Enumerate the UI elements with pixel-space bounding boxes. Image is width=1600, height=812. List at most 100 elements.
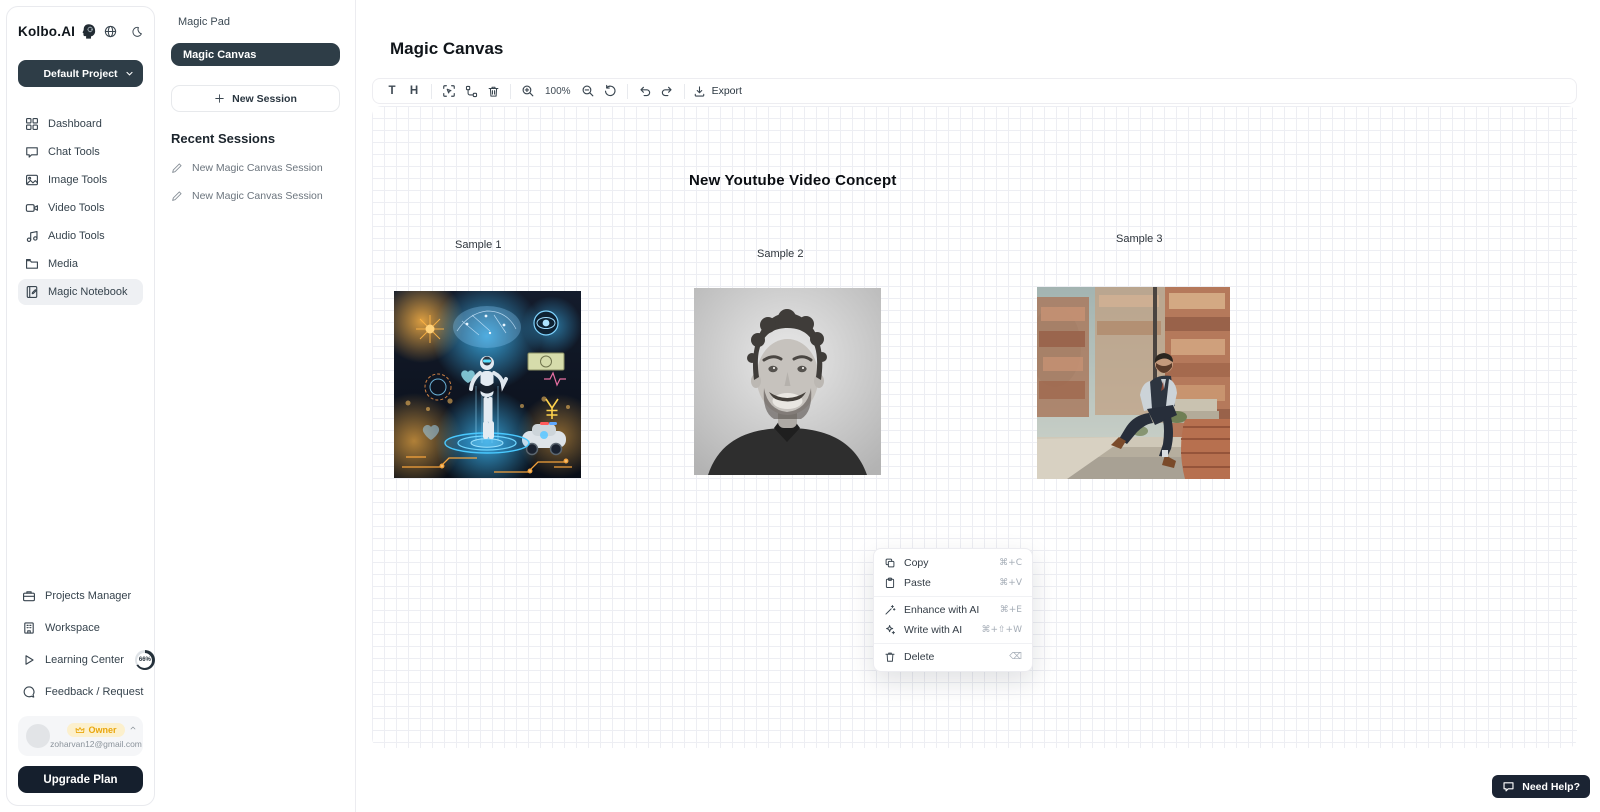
toolbar-divider: [627, 84, 628, 99]
man-sitting-on-ruins-image: [1037, 287, 1230, 479]
export-label: Export: [712, 85, 742, 97]
sidebar-item-image-tools[interactable]: Image Tools: [18, 167, 143, 193]
sidebar-item-label: Audio Tools: [48, 230, 105, 242]
canvas-toolbar: T H 100% Export: [372, 78, 1577, 104]
building-icon: [22, 621, 36, 635]
user-meta: Owner zoharvan12@gmail.com: [57, 723, 135, 749]
sample-1-image[interactable]: [394, 291, 581, 478]
image-icon: [25, 173, 39, 187]
pencil-icon: [171, 190, 183, 202]
sidebar-item-label: Media: [48, 258, 78, 270]
plus-icon: [214, 93, 225, 104]
download-icon: [693, 85, 706, 98]
project-selector-button[interactable]: Default Project: [18, 60, 143, 87]
sidebar-item-magic-notebook[interactable]: Magic Notebook: [18, 279, 143, 305]
brain-head-logo-icon: [81, 23, 98, 40]
tab-magic-pad[interactable]: Magic Pad: [171, 14, 340, 30]
sidebar-item-video-tools[interactable]: Video Tools: [18, 195, 143, 221]
sidebar-item-label: Feedback / Request: [45, 686, 143, 698]
sample-1-label[interactable]: Sample 1: [455, 239, 501, 251]
selection-frame-icon: [442, 84, 456, 98]
tab-magic-canvas[interactable]: Magic Canvas: [171, 43, 340, 66]
sidebar-item-projects-manager[interactable]: Projects Manager: [18, 584, 143, 608]
sample-3-image[interactable]: [1037, 287, 1230, 479]
reset-view-button[interactable]: [599, 81, 621, 101]
globe-icon[interactable]: [104, 25, 117, 38]
connector-nodes-icon: [465, 85, 478, 98]
ai-robot-collage-image: [394, 291, 581, 478]
menu-item-copy[interactable]: Copy ⌘+C: [874, 553, 1032, 573]
page-title: Magic Canvas: [390, 39, 503, 59]
toolbar-divider: [684, 84, 685, 99]
redo-button[interactable]: [656, 81, 678, 101]
connector-tool-button[interactable]: [460, 81, 482, 101]
new-session-button[interactable]: New Session: [171, 85, 340, 112]
export-button[interactable]: Export: [693, 85, 742, 98]
menu-shortcut: ⌘+E: [1000, 605, 1022, 615]
toolbar-divider: [431, 84, 432, 99]
user-email: zoharvan12@gmail.com: [50, 739, 142, 749]
sidebar-item-workspace[interactable]: Workspace: [18, 616, 143, 640]
sidebar-item-audio-tools[interactable]: Audio Tools: [18, 223, 143, 249]
brand-row: Kolbo.AI: [18, 23, 143, 40]
copy-icon: [884, 557, 896, 569]
feedback-bubble-icon: [22, 685, 36, 699]
sidebar-item-learning-center[interactable]: Learning Center 66%: [18, 648, 143, 672]
sparkles-icon: [884, 624, 896, 636]
recent-sessions-title: Recent Sessions: [171, 131, 340, 146]
sidebar-item-label: Workspace: [45, 622, 100, 634]
crown-icon: [75, 725, 85, 735]
left-sidebar: Kolbo.AI Default Project Dashboard Chat …: [6, 6, 155, 806]
heading-tool-button[interactable]: H: [403, 81, 425, 101]
canvas-text-title[interactable]: New Youtube Video Concept: [689, 172, 897, 189]
delete-tool-button[interactable]: [482, 81, 504, 101]
sample-2-image[interactable]: [694, 288, 881, 475]
menu-shortcut: ⌫: [1009, 652, 1022, 662]
sessions-panel: Magic Pad Magic Canvas New Session Recen…: [156, 0, 356, 812]
menu-item-label: Enhance with AI: [904, 604, 979, 616]
menu-item-paste[interactable]: Paste ⌘+V: [874, 573, 1032, 593]
undo-button[interactable]: [634, 81, 656, 101]
select-tool-button[interactable]: [438, 81, 460, 101]
zoom-out-icon: [581, 84, 595, 98]
menu-item-write-with-ai[interactable]: Write with AI ⌘+⇧+W: [874, 620, 1032, 640]
project-selector-label: Default Project: [43, 68, 117, 80]
clipboard-icon: [884, 577, 896, 589]
trash-icon: [487, 85, 500, 98]
brand-utility-icons: [104, 25, 143, 38]
context-menu: Copy ⌘+C Paste ⌘+V Enhance with AI ⌘+E W…: [873, 548, 1033, 672]
sidebar-item-label: Image Tools: [48, 174, 107, 186]
magic-canvas-grid[interactable]: New Youtube Video Concept Sample 1 Sampl…: [372, 106, 1577, 748]
sidebar-item-media[interactable]: Media: [18, 251, 143, 277]
session-list-item[interactable]: New Magic Canvas Session: [171, 190, 340, 202]
user-account-card[interactable]: Owner zoharvan12@gmail.com: [18, 716, 143, 756]
brand-logo-text: Kolbo.AI: [18, 24, 75, 39]
need-help-button[interactable]: Need Help?: [1492, 775, 1590, 798]
zoom-out-button[interactable]: [577, 81, 599, 101]
menu-shortcut: ⌘+⇧+W: [981, 625, 1022, 635]
sample-2-label[interactable]: Sample 2: [757, 248, 803, 260]
menu-item-label: Write with AI: [904, 624, 962, 636]
text-tool-button[interactable]: T: [381, 81, 403, 101]
menu-shortcut: ⌘+C: [999, 558, 1022, 568]
session-list-item[interactable]: New Magic Canvas Session: [171, 162, 340, 174]
redo-arrow-icon: [660, 84, 674, 98]
menu-item-label: Paste: [904, 577, 931, 589]
sample-3-label[interactable]: Sample 3: [1116, 233, 1162, 245]
sidebar-item-label: Video Tools: [48, 202, 104, 214]
toolbar-divider: [510, 84, 511, 99]
sidebar-item-dashboard[interactable]: Dashboard: [18, 111, 143, 137]
sidebar-item-feedback-request[interactable]: Feedback / Request: [18, 680, 143, 704]
chevron-down-icon: [125, 69, 134, 78]
new-session-label: New Session: [232, 93, 297, 105]
menu-item-delete[interactable]: Delete ⌫: [874, 647, 1032, 667]
avatar: [26, 724, 50, 748]
upgrade-plan-button[interactable]: Upgrade Plan: [18, 766, 143, 793]
sidebar-item-chat-tools[interactable]: Chat Tools: [18, 139, 143, 165]
sidebar-item-label: Magic Notebook: [48, 286, 128, 298]
menu-item-label: Copy: [904, 557, 929, 569]
zoom-in-button[interactable]: [517, 81, 539, 101]
dark-mode-moon-icon[interactable]: [131, 26, 143, 38]
menu-item-label: Delete: [904, 651, 934, 663]
menu-item-enhance-with-ai[interactable]: Enhance with AI ⌘+E: [874, 600, 1032, 620]
